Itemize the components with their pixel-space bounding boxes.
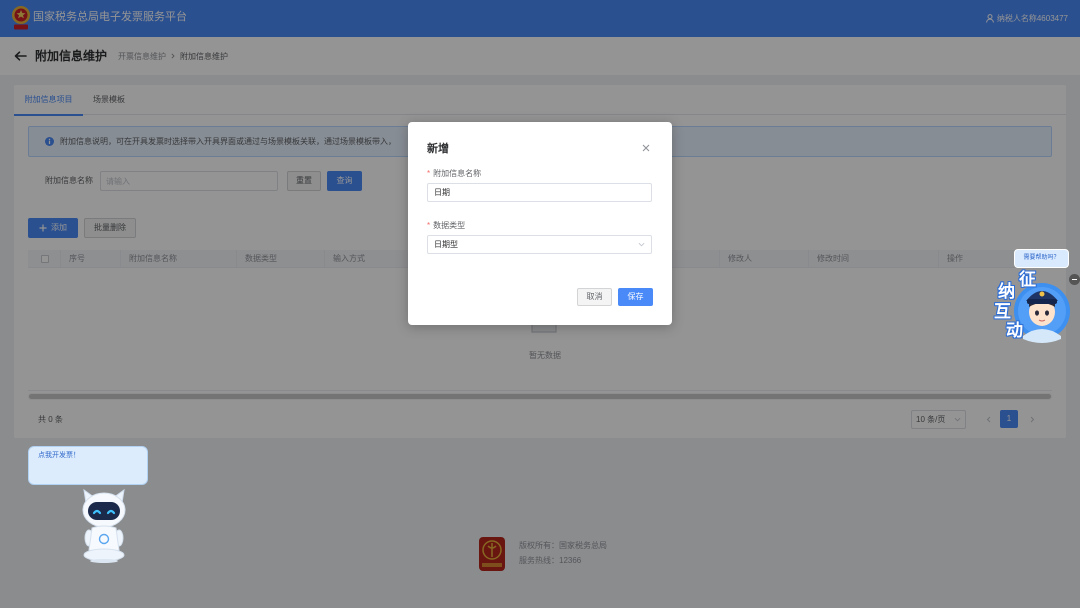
field-label-text: 数据类型 bbox=[433, 221, 466, 230]
add-dialog: 新增 *附加信息名称 *数据类型 日期型 取消 保存 bbox=[408, 122, 672, 325]
widget-logo-char: 征 bbox=[1019, 270, 1036, 289]
invoice-assistant-text: 点我开发票！ bbox=[38, 452, 80, 459]
data-type-value: 日期型 bbox=[434, 240, 458, 249]
field-label-info-name: * 附加信息名称 bbox=[427, 168, 481, 180]
close-icon[interactable] bbox=[642, 144, 650, 152]
robot-assistant-icon[interactable] bbox=[78, 488, 130, 564]
widget-logo-char: 纳 bbox=[998, 282, 1015, 301]
minimize-widget-button[interactable] bbox=[1069, 274, 1080, 285]
cancel-button[interactable]: 取消 bbox=[577, 288, 612, 306]
help-bubble-text: 需要帮助吗？ bbox=[1023, 255, 1060, 261]
info-name-input[interactable] bbox=[427, 183, 652, 202]
required-mark: * bbox=[427, 169, 431, 178]
field-label-text: 附加信息名称 bbox=[433, 169, 482, 178]
data-type-select[interactable]: 日期型 bbox=[427, 235, 652, 254]
tax-interaction-widget[interactable]: 征 纳 互 动 bbox=[992, 270, 1072, 345]
app-root: 国家税务总局电子发票服务平台 纳税人名称4603477 附加信息维护 开票信息维… bbox=[0, 0, 1080, 608]
save-button[interactable]: 保存 bbox=[618, 288, 653, 306]
help-bubble[interactable]: 需要帮助吗？ bbox=[1014, 249, 1069, 268]
dialog-title: 新增 bbox=[427, 143, 449, 155]
required-mark: * bbox=[427, 221, 431, 230]
invoice-assistant-bubble[interactable]: 点我开发票！ bbox=[28, 446, 148, 485]
widget-logo-char: 动 bbox=[1006, 321, 1023, 340]
widget-logo-char: 互 bbox=[994, 302, 1011, 321]
chevron-down-icon bbox=[638, 242, 645, 247]
field-label-data-type: * 数据类型 bbox=[427, 220, 465, 232]
